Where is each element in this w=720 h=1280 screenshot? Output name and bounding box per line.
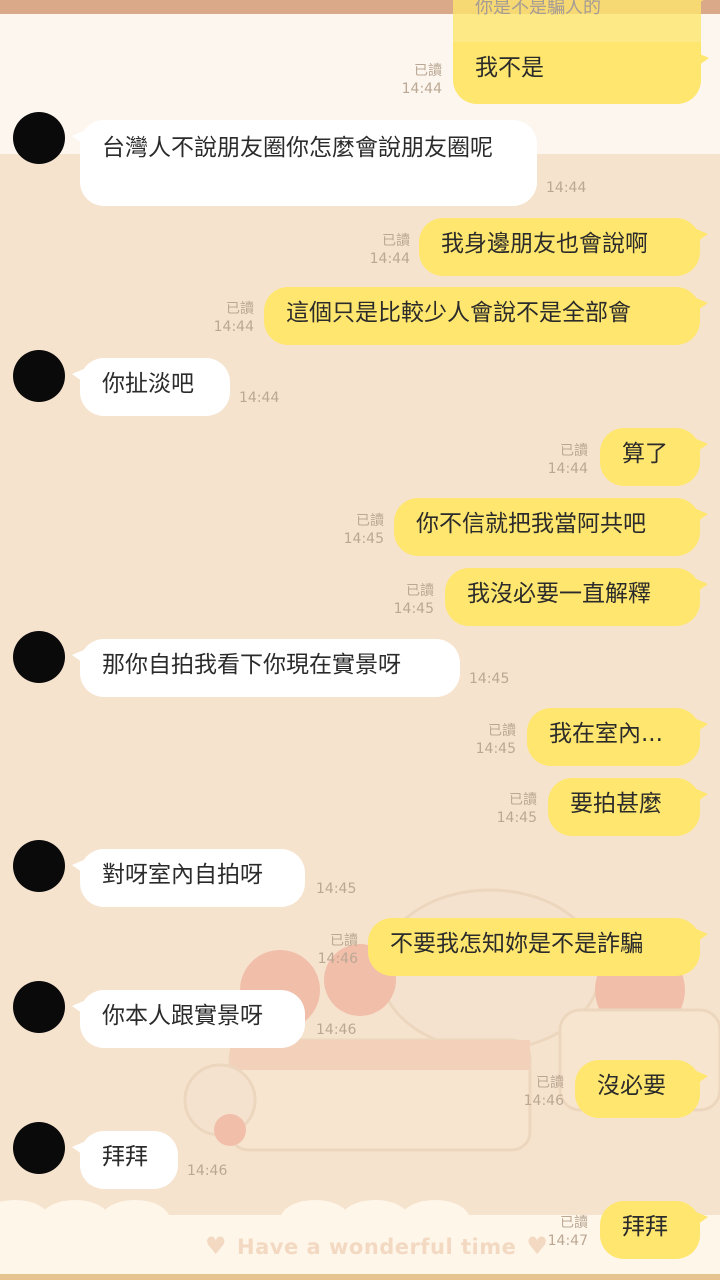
message-time: 14:44	[213, 319, 254, 335]
message-time: 14:44	[547, 461, 588, 477]
message-text: 對呀室內自拍呀	[102, 862, 263, 888]
message-meta: 已讀 14:46	[504, 1074, 564, 1110]
read-receipt: 已讀	[488, 723, 516, 739]
message-meta: 已讀 14:44	[350, 232, 410, 268]
message-meta: 已讀 14:46	[298, 932, 358, 968]
message-text: 我在室內...	[549, 721, 663, 747]
avatar[interactable]	[13, 350, 65, 402]
message-bubble-outgoing[interactable]: 我不是	[453, 42, 709, 104]
message-text: 沒必要	[597, 1073, 666, 1099]
read-receipt: 已讀	[509, 792, 537, 808]
avatar[interactable]	[13, 1122, 65, 1174]
avatar[interactable]	[13, 840, 65, 892]
message-text: 你本人跟實景呀	[102, 1003, 263, 1029]
message-meta: 已讀 14:44	[380, 62, 442, 98]
message-bubble-incoming[interactable]: 那你自拍我看下你現在實景呀	[72, 639, 460, 697]
message-time: 14:45	[393, 601, 434, 617]
avatar[interactable]	[13, 981, 65, 1033]
message-meta: 已讀 14:45	[374, 582, 434, 618]
message-bubble-outgoing[interactable]: 你不信就把我當阿共吧	[394, 498, 708, 556]
message-time: 14:46	[316, 1022, 357, 1038]
message-text: 你是不是騙人的	[475, 0, 601, 18]
read-receipt: 已讀	[382, 233, 410, 249]
message-text: 台灣人不說朋友圈你怎麼會說朋友圈呢	[102, 135, 493, 161]
message-text: 你扯淡吧	[102, 371, 194, 397]
message-text: 要拍甚麼	[570, 791, 662, 817]
avatar[interactable]	[13, 631, 65, 683]
message-bubble-outgoing[interactable]: 沒必要	[575, 1060, 708, 1118]
message-meta: 已讀 14:44	[194, 300, 254, 336]
message-bubble-outgoing[interactable]: 不要我怎知妳是不是詐騙	[368, 918, 708, 976]
message-time: 14:45	[343, 531, 384, 547]
message-bubble-incoming[interactable]: 你本人跟實景呀	[72, 990, 305, 1048]
message-bubble-outgoing[interactable]: 我身邊朋友也會說啊	[419, 218, 708, 276]
read-receipt: 已讀	[356, 513, 384, 529]
message-time: 14:47	[547, 1233, 588, 1249]
message-text: 這個只是比較少人會說不是全部會	[286, 300, 631, 326]
message-bubble-outgoing[interactable]: 要拍甚麼	[548, 778, 708, 836]
message-bubble-incoming[interactable]: 拜拜	[72, 1131, 178, 1189]
message-time: 14:44	[546, 180, 587, 196]
message-time: 14:44	[401, 81, 442, 97]
background-bottom-line	[0, 1274, 720, 1280]
message-text: 拜拜	[102, 1144, 148, 1170]
message-bubble-incoming[interactable]: 台灣人不說朋友圈你怎麼會說朋友圈呢	[72, 120, 537, 206]
message-text: 那你自拍我看下你現在實景呀	[102, 652, 401, 678]
message-text: 算了	[622, 441, 668, 467]
read-receipt: 已讀	[406, 583, 434, 599]
message-time: 14:45	[469, 671, 510, 687]
message-text: 你不信就把我當阿共吧	[416, 511, 646, 537]
message-bubble-outgoing[interactable]: 拜拜	[600, 1201, 708, 1259]
message-bubble-outgoing[interactable]: 這個只是比較少人會說不是全部會	[264, 287, 708, 345]
message-text: 我身邊朋友也會說啊	[441, 231, 648, 257]
message-bubble-outgoing[interactable]: 你是不是騙人的	[453, 0, 709, 42]
read-receipt: 已讀	[536, 1075, 564, 1091]
watermark-text: Have a wonderful time	[237, 1235, 517, 1259]
message-bubble-outgoing[interactable]: 我在室內...	[527, 708, 708, 766]
message-meta: 已讀 14:45	[477, 791, 537, 827]
message-time: 14:45	[475, 741, 516, 757]
message-bubble-incoming[interactable]: 對呀室內自拍呀	[72, 849, 305, 907]
message-time: 14:45	[496, 810, 537, 826]
message-meta: 已讀 14:44	[528, 442, 588, 478]
message-text: 不要我怎知妳是不是詐騙	[390, 931, 643, 957]
message-time: 14:46	[187, 1163, 228, 1179]
cloud-decoration	[100, 1200, 170, 1240]
message-bubble-incoming[interactable]: 你扯淡吧	[72, 358, 230, 416]
message-text: 我不是	[475, 55, 544, 81]
message-meta: 已讀 14:45	[456, 722, 516, 758]
read-receipt: 已讀	[414, 63, 442, 79]
message-meta: 已讀 14:47	[528, 1214, 588, 1250]
background-watermark: ♥ Have a wonderful time ♥	[195, 1232, 558, 1260]
read-receipt: 已讀	[560, 443, 588, 459]
message-bubble-outgoing[interactable]: 我沒必要一直解釋	[445, 568, 708, 626]
read-receipt: 已讀	[560, 1215, 588, 1231]
message-bubble-outgoing[interactable]: 算了	[600, 428, 708, 486]
message-meta: 已讀 14:45	[324, 512, 384, 548]
message-time: 14:46	[523, 1093, 564, 1109]
read-receipt: 已讀	[330, 933, 358, 949]
message-text: 拜拜	[622, 1214, 668, 1240]
message-time: 14:44	[239, 390, 280, 406]
heart-icon: ♥	[205, 1232, 228, 1260]
read-receipt: 已讀	[226, 301, 254, 317]
message-time: 14:44	[369, 251, 410, 267]
avatar[interactable]	[13, 112, 65, 164]
message-time: 14:45	[316, 881, 357, 897]
message-time: 14:46	[317, 951, 358, 967]
message-text: 我沒必要一直解釋	[467, 581, 651, 607]
